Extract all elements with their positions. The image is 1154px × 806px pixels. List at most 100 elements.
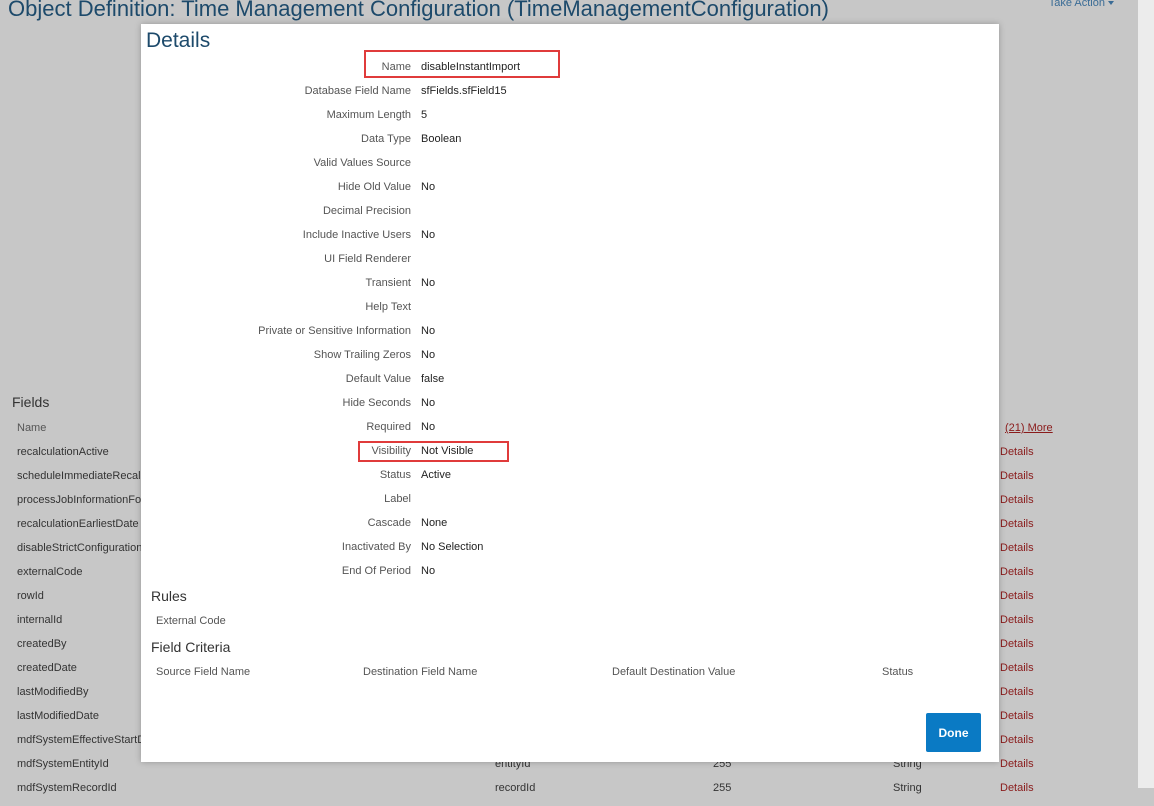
field-name-cell: scheduleImmediateRecalculation [17, 470, 141, 482]
property-row: Private or Sensitive Information No [141, 325, 999, 349]
property-label: Required [366, 421, 411, 433]
property-row: Include Inactive Users No [141, 229, 999, 253]
take-action-label[interactable]: Take Action [1049, 0, 1105, 9]
field-name-cell: createdBy [17, 638, 67, 650]
field-name-cell: processJobInformationForRecalculation [17, 494, 141, 506]
rules-external-code-header: External Code [156, 615, 226, 627]
field-name-cell: disableStrictConfigurationCheck [17, 542, 141, 554]
property-value: No [421, 397, 436, 409]
page-scrollbar[interactable] [1138, 0, 1154, 788]
field-name-cell: recalculationEarliestDate [17, 518, 139, 530]
status-header: Status [882, 666, 914, 678]
property-label: Hide Seconds [342, 397, 412, 409]
property-row: Status Active [141, 469, 999, 493]
property-row: Name disableInstantImport [141, 61, 999, 85]
property-label: Hide Old Value [337, 181, 411, 193]
property-row: Transient No [141, 277, 999, 301]
property-value: sfFields.sfField15 [421, 85, 507, 97]
details-link[interactable]: Details [1000, 734, 1034, 746]
property-value: No [421, 565, 436, 577]
dialog-title: Details [146, 29, 211, 52]
property-label: Inactivated By [341, 541, 411, 553]
details-link[interactable]: Details [1000, 470, 1034, 482]
property-row: End Of Period No [141, 565, 999, 589]
property-value: false [421, 373, 445, 385]
details-dialog: Details Name disableInstantImport Database… [141, 24, 999, 762]
field-name-cell: lastModifiedBy [17, 686, 89, 698]
field-name-cell: rowId [17, 590, 44, 602]
property-row: Inactivated By No Selection [141, 541, 999, 565]
details-link[interactable]: Details [1000, 494, 1034, 506]
details-link[interactable]: Details [1000, 590, 1034, 602]
property-row: Default Value false [141, 373, 999, 397]
default-destination-value-header: Default Destination Value [612, 666, 736, 678]
source-field-name-header: Source Field Name [156, 666, 251, 678]
property-value: No [421, 421, 436, 433]
property-row: Required No [141, 421, 999, 445]
done-button[interactable]: Done [926, 713, 981, 752]
details-link[interactable]: Details [1000, 782, 1034, 794]
more-link[interactable]: (21) More [1005, 422, 1053, 434]
property-row: UI Field Renderer [141, 253, 999, 277]
property-label: UI Field Renderer [324, 253, 411, 265]
details-link[interactable]: Details [1000, 446, 1034, 458]
property-label: Show Trailing Zeros [313, 349, 411, 361]
field-length-cell: 255 [713, 782, 732, 794]
rules-title: Rules [151, 588, 187, 604]
field-db-cell: recordId [495, 782, 536, 794]
details-link[interactable]: Details [1000, 686, 1034, 698]
property-row: Valid Values Source [141, 157, 999, 181]
details-link[interactable]: Details [1000, 710, 1034, 722]
property-label: Default Value [345, 373, 411, 385]
property-label: Cascade [367, 517, 411, 529]
property-label: Status [379, 469, 411, 481]
property-label: Decimal Precision [322, 205, 411, 217]
property-value: No [421, 349, 436, 361]
take-action-menu[interactable]: Take Action [1049, 0, 1114, 9]
table-row: mdfSystemRecordId recordId 255 String Detail… [0, 782, 1138, 806]
property-value: Active [421, 469, 451, 481]
property-label: End Of Period [341, 565, 411, 577]
property-label: Data Type [361, 133, 411, 145]
property-row: Hide Seconds No [141, 397, 999, 421]
property-value: No [421, 325, 436, 337]
field-name-cell: mdfSystemEffectiveStartDate [17, 734, 141, 746]
field-name-cell: externalCode [17, 566, 83, 578]
field-name-cell: mdfSystemRecordId [17, 782, 117, 794]
property-value: 5 [421, 109, 428, 121]
field-name-cell: createdDate [17, 662, 77, 674]
details-link[interactable]: Details [1000, 518, 1034, 530]
destination-field-name-header: Destination Field Name [363, 666, 478, 678]
property-label: Database Field Name [304, 85, 411, 97]
details-link[interactable]: Details [1000, 614, 1034, 626]
field-name-cell: recalculationActive [17, 446, 109, 458]
property-row: Help Text [141, 301, 999, 325]
field-name-cell: mdfSystemEntityId [17, 758, 109, 770]
property-row: Show Trailing Zeros No [141, 349, 999, 373]
details-link[interactable]: Details [1000, 638, 1034, 650]
caret-down-icon[interactable] [1108, 1, 1114, 6]
field-type-cell: String [893, 782, 922, 794]
property-row: Hide Old Value No [141, 181, 999, 205]
property-label: Valid Values Source [313, 157, 411, 169]
field-criteria-title: Field Criteria [151, 639, 231, 655]
property-value: No [421, 229, 436, 241]
details-link[interactable]: Details [1000, 542, 1034, 554]
property-row: Maximum Length 5 [141, 109, 999, 133]
property-value: None [421, 517, 448, 529]
property-value: Boolean [421, 133, 462, 145]
name-highlight-box [364, 50, 560, 78]
property-label: Include Inactive Users [302, 229, 411, 241]
property-label: Maximum Length [326, 109, 411, 121]
property-row: Data Type Boolean [141, 133, 999, 157]
property-row: Decimal Precision [141, 205, 999, 229]
details-link[interactable]: Details [1000, 662, 1034, 674]
details-link[interactable]: Details [1000, 758, 1034, 770]
property-row: Visibility Not Visible [141, 445, 999, 469]
property-value: No [421, 277, 436, 289]
page-title: Object Definition: Time Management Confi… [8, 0, 829, 21]
field-name-cell: internalId [17, 614, 63, 626]
property-label: Transient [365, 277, 411, 289]
details-link[interactable]: Details [1000, 566, 1034, 578]
property-row: Label [141, 493, 999, 517]
